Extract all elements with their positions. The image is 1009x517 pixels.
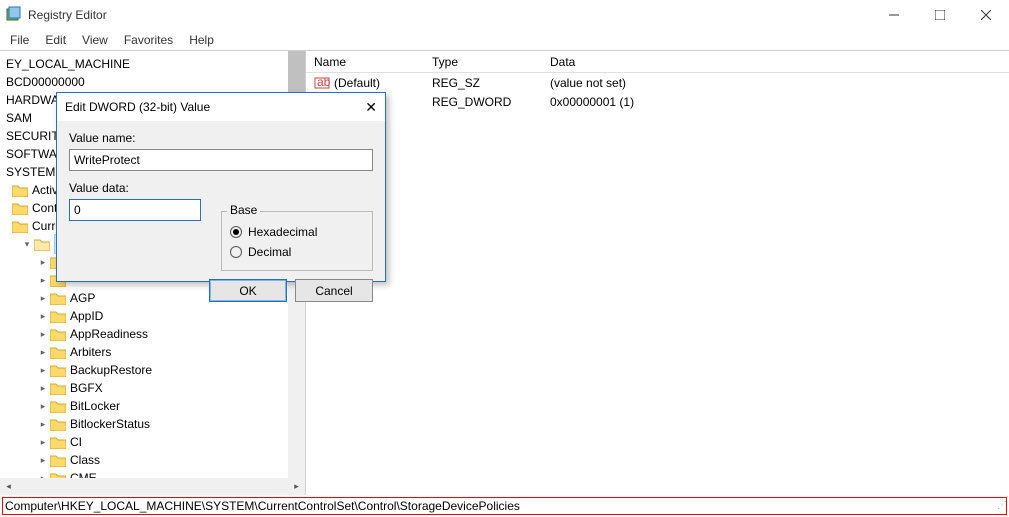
minimize-button[interactable] [871, 0, 917, 30]
value-name-field[interactable] [69, 149, 373, 171]
folder-icon [50, 310, 66, 323]
tree-item[interactable]: ▸BitlockerStatus [6, 415, 305, 433]
chevron-right-icon[interactable]: ▸ [36, 361, 50, 379]
values-pane: Name Type Data ab(Default) REG_SZ (value… [306, 51, 1009, 495]
dialog-title: Edit DWORD (32-bit) Value [65, 100, 210, 114]
tree-item[interactable]: BCD00000000 [6, 73, 305, 91]
dialog-titlebar[interactable]: Edit DWORD (32-bit) Value ✕ [57, 93, 385, 121]
folder-icon [12, 202, 28, 215]
edit-dword-dialog: Edit DWORD (32-bit) Value ✕ Value name: … [56, 92, 386, 282]
tree-item[interactable]: ▸Class [6, 451, 305, 469]
status-path: Computer\HKEY_LOCAL_MACHINE\SYSTEM\Curre… [5, 499, 520, 513]
resize-grip[interactable]: ⋰ [995, 503, 1007, 515]
chevron-right-icon[interactable]: ▸ [36, 325, 50, 343]
folder-icon [50, 346, 66, 359]
folder-icon [12, 220, 28, 233]
scroll-right-icon[interactable]: ▸ [288, 478, 305, 495]
status-bar: Computer\HKEY_LOCAL_MACHINE\SYSTEM\Curre… [2, 497, 1007, 515]
string-value-icon: ab [314, 75, 330, 91]
column-type[interactable]: Type [432, 55, 550, 69]
tree-item[interactable]: ▸AppReadiness [6, 325, 305, 343]
close-button[interactable] [963, 0, 1009, 30]
menu-file[interactable]: File [10, 33, 29, 47]
tree-item[interactable]: ▸AppID [6, 307, 305, 325]
folder-icon [50, 418, 66, 431]
title-bar: Registry Editor [0, 0, 1009, 30]
folder-icon [50, 364, 66, 377]
svg-text:ab: ab [317, 75, 330, 89]
chevron-right-icon[interactable]: ▸ [36, 271, 50, 289]
tree-item[interactable]: ▸BGFX [6, 379, 305, 397]
menu-edit[interactable]: Edit [45, 33, 66, 47]
folder-icon [50, 382, 66, 395]
base-legend: Base [227, 203, 260, 217]
chevron-right-icon[interactable]: ▸ [36, 451, 50, 469]
ok-button[interactable]: OK [209, 279, 287, 302]
folder-icon [50, 436, 66, 449]
chevron-right-icon[interactable]: ▸ [36, 415, 50, 433]
maximize-button[interactable] [917, 0, 963, 30]
window-title: Registry Editor [28, 8, 107, 22]
tree-item[interactable]: EY_LOCAL_MACHINE [6, 55, 305, 73]
app-icon [6, 6, 22, 25]
value-data-field[interactable] [69, 199, 201, 221]
chevron-right-icon[interactable]: ▸ [36, 379, 50, 397]
tree-item[interactable]: ▸Arbiters [6, 343, 305, 361]
folder-icon [50, 400, 66, 413]
base-group: Base Hexadecimal Decimal [221, 197, 373, 271]
menu-bar: File Edit View Favorites Help [0, 30, 1009, 50]
folder-icon [50, 292, 66, 305]
scroll-left-icon[interactable]: ◂ [0, 478, 17, 495]
menu-favorites[interactable]: Favorites [124, 33, 173, 47]
tree-item[interactable]: ▸CI [6, 433, 305, 451]
tree-item[interactable]: ▸BackupRestore [6, 361, 305, 379]
column-name[interactable]: Name [314, 55, 432, 69]
cancel-button[interactable]: Cancel [295, 279, 373, 302]
folder-icon [50, 454, 66, 467]
chevron-right-icon[interactable]: ▸ [36, 289, 50, 307]
chevron-right-icon[interactable]: ▸ [36, 253, 50, 271]
close-icon[interactable]: ✕ [365, 99, 377, 116]
chevron-right-icon[interactable]: ▸ [36, 433, 50, 451]
column-headers[interactable]: Name Type Data [306, 51, 1009, 73]
radio-hexadecimal[interactable]: Hexadecimal [230, 222, 364, 242]
chevron-right-icon[interactable]: ▸ [36, 343, 50, 361]
folder-open-icon [34, 238, 50, 251]
chevron-right-icon[interactable]: ▸ [36, 307, 50, 325]
value-name-label: Value name: [69, 131, 373, 145]
menu-view[interactable]: View [82, 33, 108, 47]
chevron-right-icon[interactable]: ▸ [36, 397, 50, 415]
folder-icon [12, 184, 28, 197]
chevron-down-icon[interactable]: ▾ [20, 235, 34, 253]
value-row[interactable]: ab(Default) REG_SZ (value not set) [314, 73, 1009, 92]
folder-icon [50, 328, 66, 341]
value-row[interactable]: ect REG_DWORD 0x00000001 (1) [314, 92, 1009, 111]
menu-help[interactable]: Help [189, 33, 214, 47]
value-data-label: Value data: [69, 181, 373, 195]
tree-item[interactable]: ▸BitLocker [6, 397, 305, 415]
horizontal-scrollbar[interactable]: ◂▸ [0, 478, 305, 495]
radio-decimal[interactable]: Decimal [230, 242, 364, 262]
column-data[interactable]: Data [550, 55, 1009, 69]
